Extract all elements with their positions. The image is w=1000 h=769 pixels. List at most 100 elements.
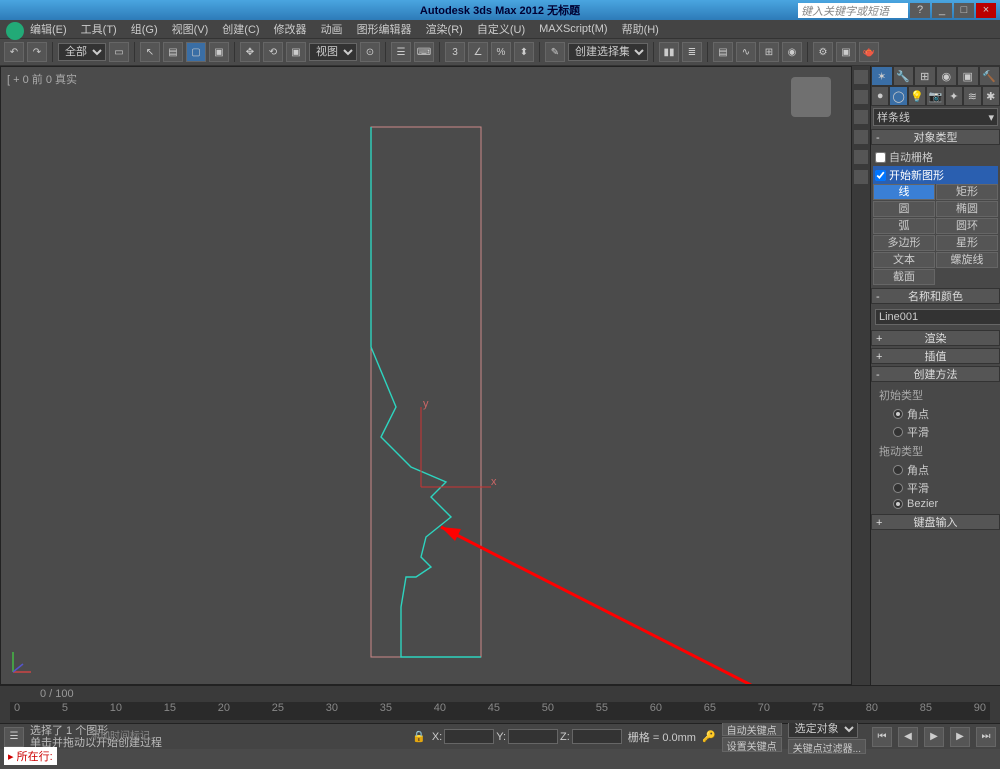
rollout-render[interactable]: +渲染 (871, 330, 1000, 346)
menu-help[interactable]: 帮助(H) (622, 21, 659, 37)
scale-button[interactable]: ▣ (286, 42, 306, 62)
menu-grapheditor[interactable]: 图形编辑器 (357, 21, 412, 37)
manipulate-button[interactable]: ☰ (391, 42, 411, 62)
btn-arc[interactable]: 弧 (873, 218, 935, 234)
schematic-button[interactable]: ⊞ (759, 42, 779, 62)
radio-drag-smooth[interactable]: 平滑 (873, 479, 998, 497)
play-next-button[interactable]: ▶ (950, 727, 970, 747)
radio-init-corner[interactable]: 角点 (873, 405, 998, 423)
btn-donut[interactable]: 圆环 (936, 218, 998, 234)
nav-icon[interactable] (854, 90, 868, 104)
selection-set-dropdown[interactable]: 全部 (58, 43, 106, 61)
menu-maxscript[interactable]: MAXScript(M) (539, 23, 607, 35)
keyboard-shortcut-button[interactable]: ⌨ (414, 42, 434, 62)
app-logo-icon[interactable] (6, 22, 24, 40)
spinner-snap-toggle[interactable]: ⬍ (514, 42, 534, 62)
select-rect-button[interactable]: ▢ (186, 42, 206, 62)
move-button[interactable]: ✥ (240, 42, 260, 62)
btn-rectangle[interactable]: 矩形 (936, 184, 998, 200)
rollout-objecttype[interactable]: -对象类型 (871, 129, 1000, 145)
window-crossing-button[interactable]: ▣ (209, 42, 229, 62)
rotate-button[interactable]: ⟲ (263, 42, 283, 62)
angle-snap-toggle[interactable]: ∠ (468, 42, 488, 62)
select-button[interactable]: ▭ (109, 42, 129, 62)
select-name-button[interactable]: ▤ (163, 42, 183, 62)
key-icon[interactable]: 🔑 (702, 730, 716, 743)
undo-button[interactable]: ↶ (4, 42, 24, 62)
menu-animation[interactable]: 动画 (321, 21, 343, 37)
help-icon[interactable]: ? (910, 3, 930, 18)
rollout-keyboard[interactable]: +键盘输入 (871, 514, 1000, 530)
btn-ngon[interactable]: 多边形 (873, 235, 935, 251)
nav-icon[interactable] (854, 130, 868, 144)
tab-modify[interactable]: 🔧 (893, 66, 915, 86)
cursor-icon[interactable]: ↖ (140, 42, 160, 62)
menu-modifiers[interactable]: 修改器 (274, 21, 307, 37)
minimize-button[interactable]: _ (932, 3, 952, 18)
btn-text[interactable]: 文本 (873, 252, 935, 268)
cat-cameras[interactable]: 📷 (926, 86, 944, 106)
edit-named-sel-button[interactable]: ✎ (545, 42, 565, 62)
play-end-button[interactable]: ⏭ (976, 727, 996, 747)
play-prev-button[interactable]: ◀ (898, 727, 918, 747)
menu-edit[interactable]: 编辑(E) (30, 21, 67, 37)
object-name-input[interactable] (875, 309, 1000, 325)
maxscript-listener-button[interactable]: ☰ (4, 727, 24, 747)
lock-icon[interactable]: 🔒 (412, 730, 426, 743)
menu-create[interactable]: 创建(C) (222, 21, 259, 37)
material-editor-button[interactable]: ◉ (782, 42, 802, 62)
timeline[interactable]: 0 / 100 05101520253035404550556065707580… (0, 685, 1000, 723)
radio-drag-bezier[interactable]: Bezier (873, 497, 998, 511)
cat-lights[interactable]: 💡 (908, 86, 926, 106)
curve-editor-button[interactable]: ∿ (736, 42, 756, 62)
keyfilter-button[interactable]: 关键点过滤器... (788, 739, 866, 754)
btn-section[interactable]: 截面 (873, 269, 935, 285)
nav-icon[interactable] (854, 170, 868, 184)
time-track[interactable]: 051015202530354045505560657075808590 (10, 702, 990, 720)
search-input[interactable]: 键入关键字或短语 (798, 3, 908, 18)
rollout-namecolor[interactable]: -名称和颜色 (871, 288, 1000, 304)
cat-systems[interactable]: ✱ (982, 86, 1000, 106)
btn-circle[interactable]: 圆 (873, 201, 935, 217)
tab-display[interactable]: ▣ (957, 66, 979, 86)
mirror-button[interactable]: ▮▮ (659, 42, 679, 62)
btn-line[interactable]: 线 (873, 184, 935, 200)
rollout-method[interactable]: -创建方法 (871, 366, 1000, 382)
btn-star[interactable]: 星形 (936, 235, 998, 251)
named-sel-dropdown[interactable]: 创建选择集 (568, 43, 648, 61)
startnew-checkbox[interactable] (875, 170, 886, 181)
viewport[interactable]: [ + 0 前 0 真实 y x (0, 66, 852, 685)
radio-drag-corner[interactable]: 角点 (873, 461, 998, 479)
pivot-button[interactable]: ⊙ (360, 42, 380, 62)
cat-helpers[interactable]: ✦ (945, 86, 963, 106)
autogrid-checkbox[interactable] (875, 152, 886, 163)
autokey-button[interactable]: 自动关键点 (722, 721, 782, 736)
tab-hierarchy[interactable]: ⊞ (914, 66, 936, 86)
tab-motion[interactable]: ◉ (936, 66, 958, 86)
layer-button[interactable]: ▤ (713, 42, 733, 62)
render-setup-button[interactable]: ⚙ (813, 42, 833, 62)
menu-tools[interactable]: 工具(T) (81, 21, 117, 37)
rollout-interp[interactable]: +插值 (871, 348, 1000, 364)
cat-shapes[interactable]: ◯ (889, 86, 907, 106)
coord-y-input[interactable] (508, 729, 558, 744)
tab-utilities[interactable]: 🔨 (979, 66, 1000, 86)
tab-create[interactable]: ✶ (871, 66, 893, 86)
nav-icon[interactable] (854, 70, 868, 84)
setkey-button[interactable]: 设置关键点 (722, 737, 782, 752)
redo-button[interactable]: ↷ (27, 42, 47, 62)
play-start-button[interactable]: ⏮ (872, 727, 892, 747)
play-button[interactable]: ▶ (924, 727, 944, 747)
menu-group[interactable]: 组(G) (131, 21, 158, 37)
nav-icon[interactable] (854, 150, 868, 164)
align-button[interactable]: ≣ (682, 42, 702, 62)
addtime-label[interactable]: 添加时间标记 (90, 727, 150, 742)
menu-render[interactable]: 渲染(R) (426, 21, 463, 37)
render-frame-button[interactable]: ▣ (836, 42, 856, 62)
close-button[interactable]: × (976, 3, 996, 18)
percent-snap-toggle[interactable]: % (491, 42, 511, 62)
btn-ellipse[interactable]: 椭圆 (936, 201, 998, 217)
radio-init-smooth[interactable]: 平滑 (873, 423, 998, 441)
btn-helix[interactable]: 螺旋线 (936, 252, 998, 268)
render-button[interactable]: 🫖 (859, 42, 879, 62)
